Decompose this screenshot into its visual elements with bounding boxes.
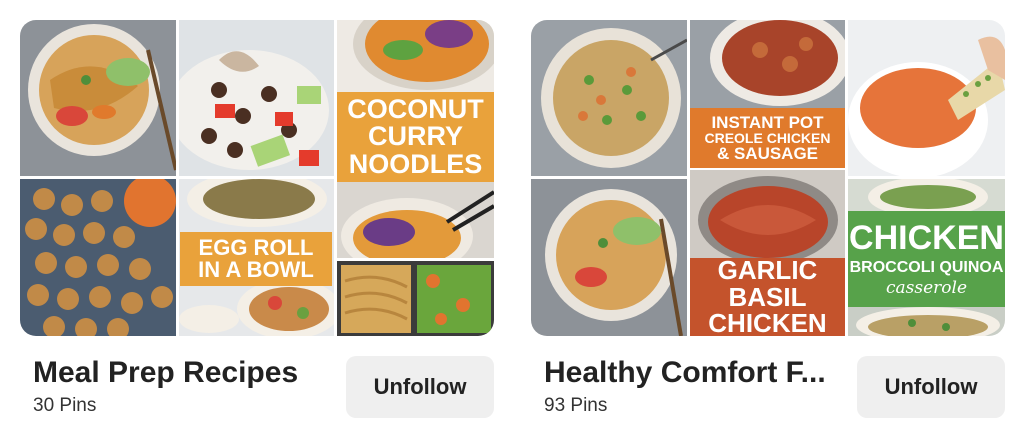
board-cover[interactable]: INSTANT POT CREOLE CHICKEN & SAUSAGE GAR… <box>531 20 1005 336</box>
garlic-basil-line-1: GARLIC <box>717 255 818 286</box>
instant-pot-banner: INSTANT POT CREOLE CHICKEN & SAUSAGE <box>690 108 845 168</box>
chicken-broccoli-banner: CHICKEN BROCCOLI QUINOA casserole <box>848 211 1005 307</box>
unfollow-button[interactable]: Unfollow <box>857 356 1005 418</box>
garlic-chicken-image <box>690 170 845 258</box>
garlic-basil-line-2: BASIL <box>728 281 807 312</box>
coconut-curry-line-2: CURRY <box>367 121 463 152</box>
pin-count: 30 Pins <box>33 395 97 416</box>
instant-pot-line-1: INSTANT POT <box>711 112 824 132</box>
board-title[interactable]: Meal Prep Recipes <box>33 356 333 390</box>
casserole-image <box>848 307 1005 336</box>
chicken-broccoli-line-1: CHICKEN <box>849 218 1004 257</box>
chicken-broccoli-line-3: casserole <box>885 277 968 298</box>
instant-pot-line-3: & SAUSAGE <box>716 144 819 164</box>
curry-bowl-image <box>337 20 494 92</box>
garlic-basil-banner: GARLIC BASIL CHICKEN <box>690 255 845 336</box>
chicken-broccoli-line-2: BROCCOLI QUINOA <box>849 258 1004 276</box>
coconut-curry-line-3: NOODLES <box>348 148 483 179</box>
noodle-bowl-image <box>531 179 687 336</box>
chicken-sausage-image <box>690 20 845 108</box>
instant-pot-line-2: CREOLE CHICKEN <box>704 129 831 146</box>
tomato-soup-image <box>848 20 1005 176</box>
coconut-curry-line-1: COCONUT <box>347 93 484 124</box>
chicken-quinoa-image <box>848 179 1005 211</box>
egg-roll-line-2: IN A BOWL <box>198 257 314 282</box>
curry-noodles-image <box>337 182 494 258</box>
garlic-basil-line-3: CHICKEN <box>708 308 827 336</box>
coconut-curry-banner: COCONUT CURRY NOODLES <box>337 92 494 182</box>
board-card-healthy-comfort[interactable]: INSTANT POT CREOLE CHICKEN & SAUSAGE GAR… <box>531 20 1005 430</box>
pasta-salad-image <box>337 261 494 336</box>
pin-count: 93 Pins <box>544 395 608 416</box>
egg-roll-line-1: EGG ROLL <box>198 234 314 260</box>
meatballs-image <box>20 179 176 336</box>
noodle-bowl-image <box>20 20 176 176</box>
egg-roll-banner: EGG ROLL IN A BOWL <box>180 232 332 286</box>
board-title[interactable]: Healthy Comfort F... <box>544 356 844 390</box>
unfollow-button[interactable]: Unfollow <box>346 356 494 418</box>
board-card-meal-prep[interactable]: EGG ROLL IN A BOWL COCONUT CURRY NOODLES <box>20 20 494 430</box>
quinoa-bowl-image <box>531 20 687 176</box>
board-cover[interactable]: EGG ROLL IN A BOWL COCONUT CURRY NOODLES <box>20 20 494 336</box>
bean-salad-image <box>179 20 334 176</box>
